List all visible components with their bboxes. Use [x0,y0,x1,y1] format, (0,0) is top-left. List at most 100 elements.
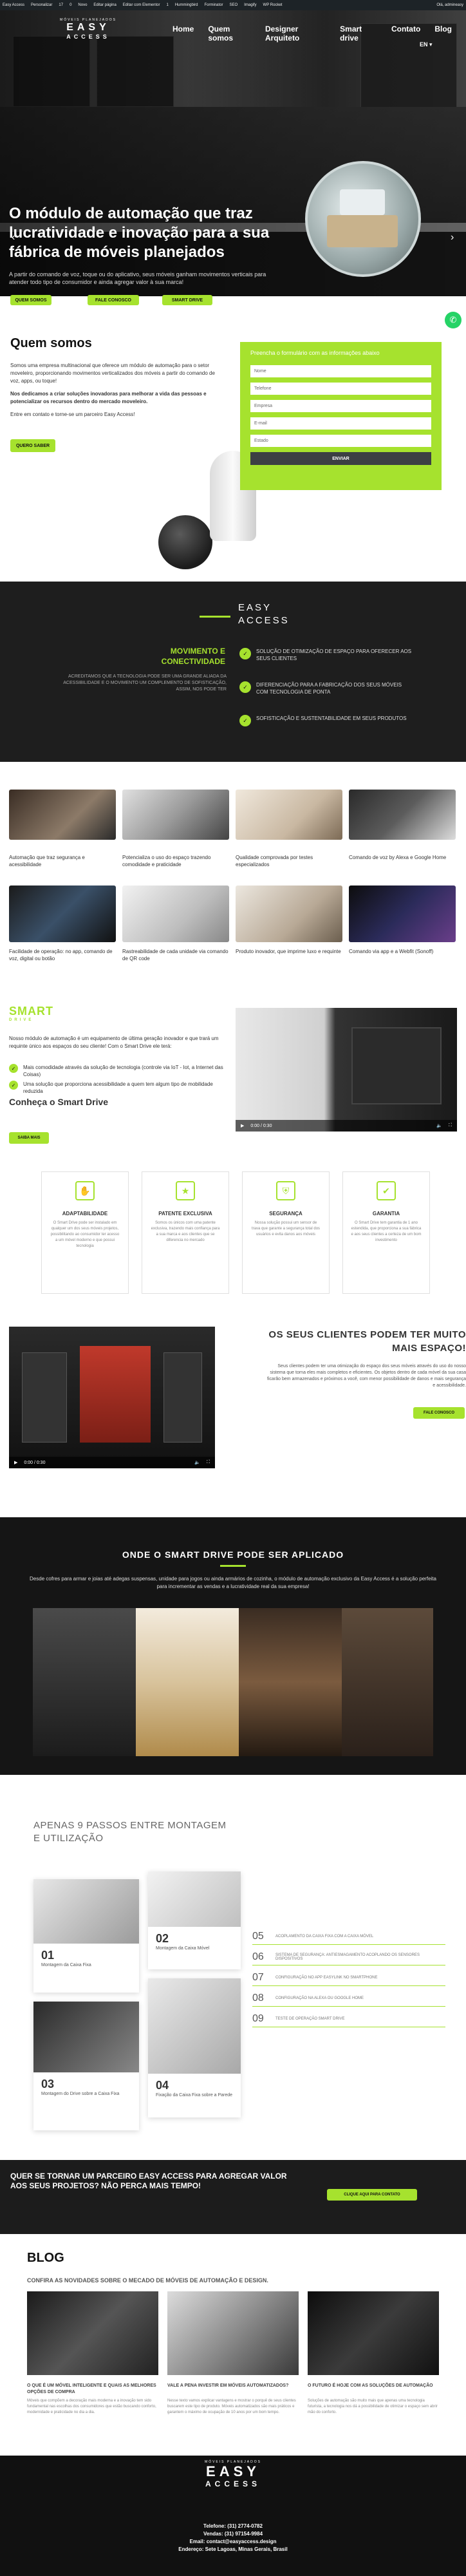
benefit-text: SOFISTICAÇÃO E SUSTENTABILIDADE EM SEUS … [256,715,407,721]
blog-post-image[interactable] [308,2291,439,2375]
admin-bar-item[interactable]: Personalizar [31,3,52,7]
play-icon[interactable]: ▶ [14,1460,17,1465]
admin-bar-item[interactable]: Easy Access [3,3,24,7]
admin-bar-item[interactable]: Forminator [205,3,223,7]
badge-icon: ★ [176,1181,195,1200]
step-row-number: 05 [252,1931,264,1942]
admin-bar-item[interactable]: 1 [166,3,168,7]
chevron-right-icon[interactable]: › [451,232,454,243]
footer-email[interactable]: Email: contact@easyaccess.design [0,2539,466,2544]
step-row-number: 07 [252,1972,264,1983]
blog-post-excerpt: Soluções de automação são muito mais que… [308,2399,438,2414]
step-row: 08 CONFIGURAÇÃO NA ALEXA OU GOOGLE HOME [252,1993,445,2007]
step-row-label: SISTEMA DE SEGURANÇA: ANTIESMAGAMENTO AC… [275,1953,420,1961]
clientes-video[interactable]: ▶ 0:00 / 0:30 🔈 ⛶ [9,1327,215,1468]
benefit-item: ✓ SOFISTICAÇÃO E SUSTENTABILIDADE EM SEU… [239,715,413,726]
conheca-heading: Conheça o Smart Drive [9,1097,109,1107]
saiba-mais-button[interactable]: SAIBA MAIS [9,1132,49,1144]
fullscreen-icon[interactable]: ⛶ [449,1123,452,1128]
certificate-icon: ✔ [377,1181,396,1200]
clientes-title-line: OS SEUS CLIENTES PODEM TER MUITO [268,1329,466,1340]
feature-image [349,886,456,942]
step-row-label: CONFIGURAÇÃO NA ALEXA OU GOOGLE HOME [275,1996,364,2000]
smart-drive-video[interactable]: ▶ 0:00 / 0:30 🔈 ⛶ [236,1008,457,1132]
logo-main: EASY [66,22,110,33]
footer-vendas: Vendas: (31) 97154-9984 [203,2531,263,2537]
nav-home[interactable]: Home [172,24,194,43]
nav-smart-drive[interactable]: Smart drive [340,24,377,43]
admin-bar-item[interactable]: Editar com Elementor [123,3,160,7]
feature-card: ✔ GARANTIA O Smart Drive tem garantia de… [342,1171,430,1294]
hero-drawer-image [305,161,421,277]
shield-icon: ⛨ [276,1181,295,1200]
accent-divider [220,1565,246,1567]
smart-check-item: ✓ Mais comodidade através da solução de … [9,1064,228,1078]
hero-fale-conosco-button[interactable]: FALE CONOSCO [88,295,139,305]
blog-post-image[interactable] [27,2291,158,2375]
nav-quem-somos[interactable]: Quem somos [208,24,251,43]
brand-line: EASY [238,602,272,613]
feature-image [349,790,456,840]
volume-icon[interactable]: 🔈 [436,1123,442,1128]
admin-bar-item[interactable]: Novo [78,3,87,7]
hero-quem-somos-button[interactable]: QUEM SOMOS [10,295,51,305]
admin-bar-item[interactable]: WP Rocket [263,3,283,7]
estado-field[interactable]: Estado [250,435,431,447]
dark-brand: EASY ACCESS [238,601,290,627]
admin-bar-item[interactable]: 0 [70,3,71,7]
site-logo[interactable]: MÓVEIS PLANEJADOS EASY ACCESS [59,18,117,40]
step-image [33,1879,139,1944]
application-image [33,1608,136,1756]
benefit-icon: ✓ [239,715,251,726]
fullscreen-icon[interactable]: ⛶ [207,1460,210,1465]
step-row-label: CONFIGURAÇÃO NO APP EASYLINK NO SMARTPHO… [275,1976,378,1980]
telefone-field[interactable]: Telefone [250,383,431,395]
video-controls[interactable]: ▶ 0:00 / 0:30 🔈 ⛶ [9,1457,215,1468]
empresa-field[interactable]: Empresa [250,400,431,412]
card-text: Somos os únicos com uma patente exclusiv… [151,1221,220,1242]
whatsapp-icon[interactable]: ✆ [445,312,461,328]
card-text: O Smart Drive tem garantia de 1 ano este… [351,1221,422,1242]
benefit-text: SOLUÇÃO DE OTIMIZAÇÃO DE ESPAÇO PARA OFE… [256,649,412,661]
admin-bar-item[interactable]: 17 [59,3,63,7]
admin-bar-item[interactable]: SEO [230,3,238,7]
admin-bar-item[interactable]: Hummingbird [175,3,198,7]
benefit-icon: ✓ [239,648,251,659]
blog-post-excerpt: Móveis que compõem a decoração mais mode… [27,2399,156,2414]
feature-caption: Potencializa o uso do espaço trazendo co… [122,855,211,867]
onde-description: Desde cofres para armar e joias até adeg… [30,1576,436,1589]
form-submit-button[interactable]: ENVIAR [250,452,431,465]
passos-title: APENAS 9 PASSOS ENTRE MONTAGEM E UTILIZA… [33,1820,227,1844]
nav-blog[interactable]: Blog [434,24,452,43]
form-title: Preencha o formulário com as informações… [250,350,380,356]
blog-post-title[interactable]: O FUTURO É HOJE COM AS SOLUÇÕES DE AUTOM… [308,2383,439,2389]
blog-post-title[interactable]: O QUE É UM MÓVEL INTELIGENTE E QUAIS AS … [27,2383,158,2396]
footer-phone: Telefone: (31) 2774-0782 [203,2523,263,2529]
email-field[interactable]: E-mail [250,417,431,430]
footer-address: Endereço: Sete Lagoas, Minas Gerais, Bra… [178,2546,288,2552]
feature-card: ✋ ADAPTABILIDADE O Smart Drive pode ser … [41,1171,129,1294]
hero-smart-drive-button[interactable]: SMART DRIVE [162,295,212,305]
quem-paragraph: Nos dedicamos a criar soluções inovadora… [10,391,207,404]
wp-admin-bar: Easy Access Personalizar 17 0 Novo Edita… [0,0,466,10]
feature-image [9,790,116,840]
video-controls[interactable]: ▶ 0:00 / 0:30 🔈 ⛶ [236,1120,457,1132]
nome-field[interactable]: Nome [250,365,431,377]
admin-greeting[interactable]: Olá, admineasy [436,3,463,7]
step-row-number: 08 [252,1993,264,2003]
fale-conosco-button[interactable]: FALE CONOSCO [413,1407,465,1419]
volume-icon[interactable]: 🔈 [194,1460,200,1465]
blog-post-title[interactable]: VALE A PENA INVESTIR EM MÓVEIS AUTOMATIZ… [167,2383,299,2389]
play-icon[interactable]: ▶ [241,1123,244,1128]
blog-post-image[interactable] [167,2291,299,2375]
language-switcher[interactable]: EN ▾ [420,41,433,48]
nav-contato[interactable]: Contato [391,24,420,43]
clientes-title-line: MAIS ESPAÇO! [392,1343,466,1354]
nav-designer-arquiteto[interactable]: Designer Arquiteto [265,24,326,43]
hero-title: O módulo de automação que traz lucrativi… [9,205,270,261]
cta-contact-button[interactable]: CLIQUE AQUI PARA CONTATO [327,2189,417,2201]
quero-saber-button[interactable]: QUERO SABER [10,439,55,452]
admin-bar-item[interactable]: Editar página [93,3,116,7]
admin-bar-item[interactable]: Imagify [244,3,256,7]
quem-paragraph: Somos uma empresa multinacional que ofer… [10,363,215,384]
